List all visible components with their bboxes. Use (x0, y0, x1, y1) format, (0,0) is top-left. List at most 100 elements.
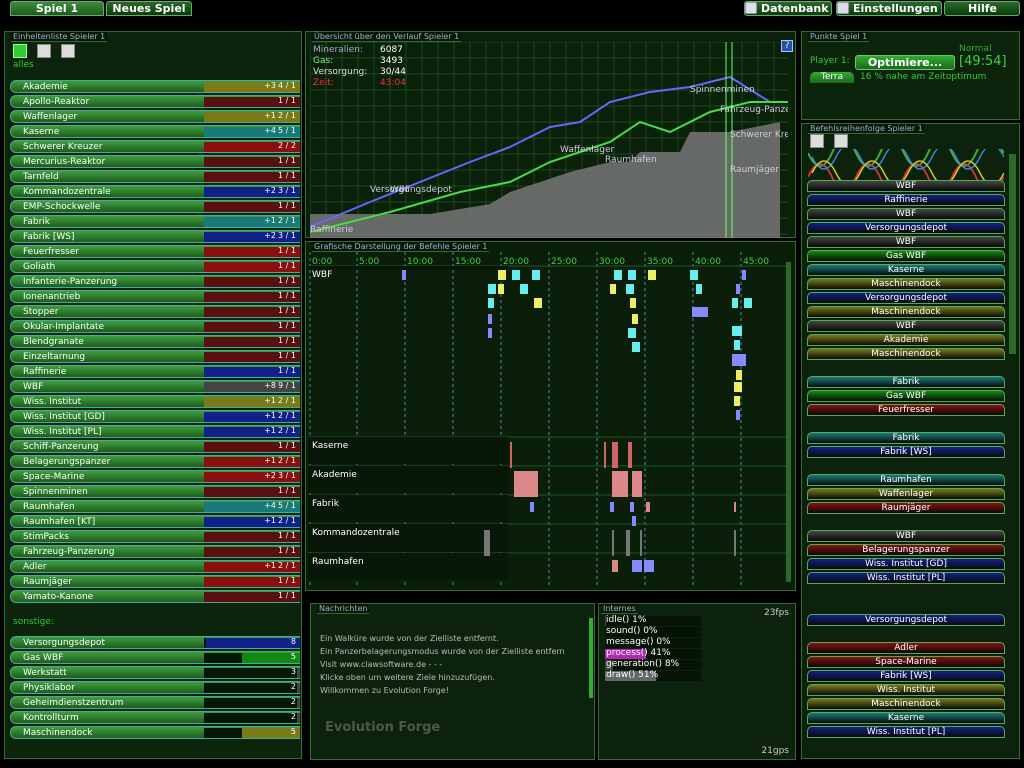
sequence-item[interactable]: Fabrik [WS] (807, 670, 1005, 682)
unit-row[interactable]: Wiss. Institut +1 2 / 1 (10, 395, 300, 408)
unit-row[interactable]: Waffenlager +1 2 / 1 (10, 110, 300, 123)
unit-row[interactable]: EMP-Schockwelle 1 / 1 (10, 200, 300, 213)
other-count-bar: 2 (204, 682, 300, 693)
sequence-item[interactable]: WBF (807, 320, 1005, 332)
unit-row[interactable]: Raffinerie 1 / 1 (10, 365, 300, 378)
unit-row[interactable]: Ionenantrieb 1 / 1 (10, 290, 300, 303)
unit-count-bar: 1 / 1 (204, 171, 300, 182)
other-count-bar: 2 (204, 697, 300, 708)
sequence-item[interactable]: WBF (807, 236, 1005, 248)
sequence-item[interactable]: Feuerfresser (807, 404, 1005, 416)
einstellungen-button[interactable]: Einstellungen (836, 1, 942, 16)
unit-row[interactable]: Blendgranate 1 / 1 (10, 335, 300, 348)
sequence-item[interactable]: Maschinendock (807, 278, 1005, 290)
unit-row[interactable]: Raumhafen [KT] +1 2 / 1 (10, 515, 300, 528)
news-scrollbar[interactable] (589, 618, 593, 698)
other-row[interactable]: Geheimdienstzentrum 2 (10, 696, 300, 709)
unit-row[interactable]: Apollo-Reaktor 1 / 1 (10, 95, 300, 108)
sequence-scrollbar[interactable] (1009, 154, 1016, 354)
other-row[interactable]: Kontrollturm 2 (10, 711, 300, 724)
datenbank-button[interactable]: Datenbank (744, 1, 832, 16)
sequence-item[interactable]: Akademie (807, 334, 1005, 346)
sequence-item[interactable]: Space-Marine (807, 656, 1005, 668)
sequence-item[interactable]: Belagerungspanzer (807, 544, 1005, 556)
unit-row[interactable]: Mercurius-Reaktor 1 / 1 (10, 155, 300, 168)
sequence-item[interactable]: Waffenlager (807, 488, 1005, 500)
other-row[interactable]: Werkstatt 3 (10, 666, 300, 679)
sequence-item[interactable]: Fabrik (807, 432, 1005, 444)
sequence-item[interactable]: Versorgungsdepot (807, 292, 1005, 304)
optimize-button[interactable]: Optimiere... (855, 55, 955, 70)
unit-row[interactable]: Kaserne +4 5 / 1 (10, 125, 300, 138)
sequence-item[interactable]: Maschinendock (807, 348, 1005, 360)
unit-row[interactable]: Adler +1 2 / 1 (10, 560, 300, 573)
sequence-item[interactable]: Raumhafen (807, 474, 1005, 486)
news-line: Klicke oben um weitere Ziele hinzuzufüge… (320, 673, 495, 682)
unit-row[interactable]: Space-Marine +2 3 / 1 (10, 470, 300, 483)
unit-row[interactable]: Wiss. Institut [GD] +1 2 / 1 (10, 410, 300, 423)
unit-row[interactable]: Stopper 1 / 1 (10, 305, 300, 318)
sequence-item[interactable]: Gas WBF (807, 390, 1005, 402)
unit-row[interactable]: Goliath 1 / 1 (10, 260, 300, 273)
unit-row[interactable]: Fabrik [WS] +2 3 / 1 (10, 230, 300, 243)
other-row[interactable]: Physiklabor 2 (10, 681, 300, 694)
unit-row[interactable]: Spinnenminen 1 / 1 (10, 485, 300, 498)
unit-row[interactable]: Schiff-Panzerung 1 / 1 (10, 440, 300, 453)
unit-row[interactable]: Fahrzeug-Panzerung 1 / 1 (10, 545, 300, 558)
sequence-item[interactable]: Wiss. Institut (807, 684, 1005, 696)
unit-row[interactable]: Wiss. Institut [PL] +1 2 / 1 (10, 425, 300, 438)
player-label: Player 1: (810, 56, 850, 66)
unit-row[interactable]: Infanterie-Panzerung 1 / 1 (10, 275, 300, 288)
alles-label[interactable]: alles (13, 60, 34, 70)
unit-row[interactable]: Belagerungspanzer +1 2 / 1 (10, 455, 300, 468)
unit-row[interactable]: Fabrik +1 2 / 1 (10, 215, 300, 228)
sequence-item[interactable]: Wiss. Institut [PL] (807, 572, 1005, 584)
sequence-item[interactable]: WBF (807, 530, 1005, 542)
sequence-item[interactable]: Raumjäger (807, 502, 1005, 514)
unit-row[interactable]: Yamato-Kanone 1 / 1 (10, 590, 300, 603)
sequence-item[interactable]: Wiss. Institut [PL] (807, 726, 1005, 738)
unit-row[interactable]: Raumhafen +4 5 / 1 (10, 500, 300, 513)
open-folder-icon[interactable] (37, 44, 51, 58)
refresh-icon[interactable] (810, 134, 824, 148)
sequence-item[interactable]: Gas WBF (807, 250, 1005, 262)
sequence-item[interactable]: Maschinendock (807, 306, 1005, 318)
sequence-item[interactable]: Adler (807, 642, 1005, 654)
hilfe-button[interactable]: Hilfe (944, 1, 1020, 16)
unit-name: Fahrzeug-Panzerung (23, 547, 115, 557)
unit-row[interactable]: Raumjäger 1 / 1 (10, 575, 300, 588)
sequence-item[interactable]: WBF (807, 208, 1005, 220)
unit-row[interactable]: StimPacks 1 / 1 (10, 530, 300, 543)
sequence-item[interactable]: Fabrik [WS] (807, 446, 1005, 458)
unit-row[interactable]: Feuerfresser 1 / 1 (10, 245, 300, 258)
sequence-item[interactable]: Raffinerie (807, 194, 1005, 206)
sequence-item[interactable]: Fabrik (807, 376, 1005, 388)
unit-row[interactable]: Akademie +3 4 / 1 (10, 80, 300, 93)
save-icon[interactable] (61, 44, 75, 58)
sequence-item[interactable]: Versorgungsdepot (807, 222, 1005, 234)
other-row[interactable]: Maschinendock 5 (10, 726, 300, 739)
sequence-item[interactable]: Wiss. Institut [GD] (807, 558, 1005, 570)
unit-row[interactable]: Schwerer Kreuzer 2 / 2 (10, 140, 300, 153)
stat-key: Mineralien: (313, 45, 363, 55)
sequence-item[interactable]: Versorgungsdepot (807, 614, 1005, 626)
unit-name: Fabrik [WS] (23, 232, 75, 242)
unit-row[interactable]: Tarnfeld 1 / 1 (10, 170, 300, 183)
internals-row: sound() 0% (605, 626, 701, 637)
sequence-item[interactable]: Kaserne (807, 264, 1005, 276)
save-icon[interactable] (834, 134, 848, 148)
unit-row[interactable]: Kommandozentrale +2 3 / 1 (10, 185, 300, 198)
unit-row[interactable]: WBF +8 9 / 1 (10, 380, 300, 393)
other-row[interactable]: Versorgungsdepot 8 (10, 636, 300, 649)
einstellungen-label: Einstellungen (853, 2, 938, 15)
order-block (626, 530, 630, 556)
sequence-item[interactable]: Kaserne (807, 712, 1005, 724)
other-row[interactable]: Gas WBF 5 (10, 651, 300, 664)
sequence-item[interactable]: Maschinendock (807, 698, 1005, 710)
tab-neues-spiel[interactable]: Neues Spiel (106, 1, 192, 16)
add-icon[interactable] (13, 44, 27, 58)
unit-row[interactable]: Okular-Implantate 1 / 1 (10, 320, 300, 333)
sequence-item[interactable]: WBF (807, 180, 1005, 192)
tab-spiel-1[interactable]: Spiel 1 (10, 1, 104, 16)
unit-row[interactable]: Einzeltarnung 1 / 1 (10, 350, 300, 363)
